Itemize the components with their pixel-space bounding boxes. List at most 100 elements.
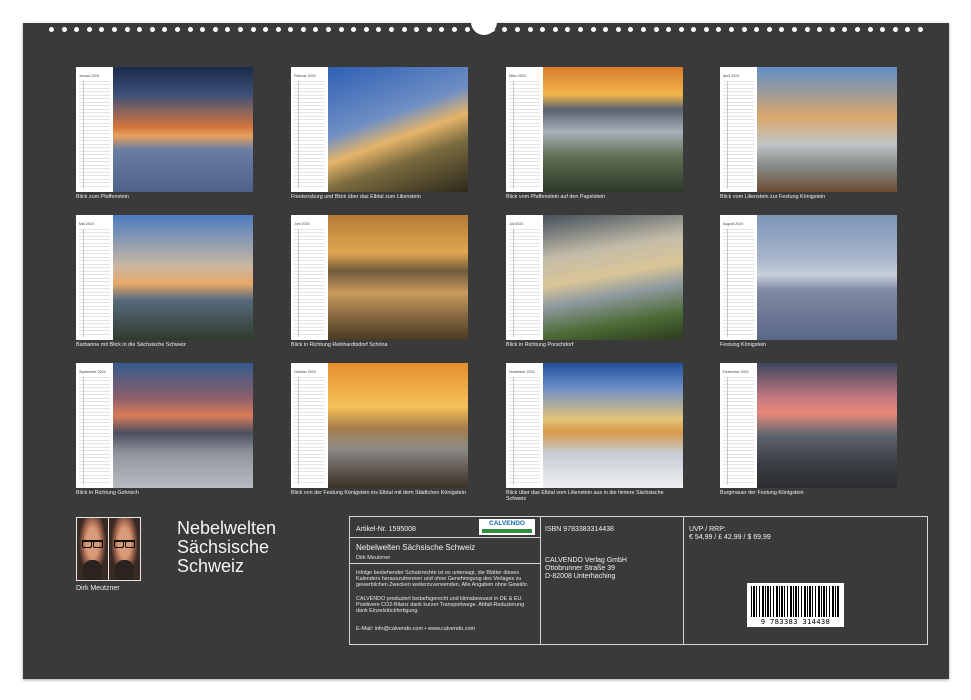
info-calendar-title: Nebelwelten Sächsische Schweiz (356, 543, 476, 552)
binding-hole (351, 26, 357, 32)
barcode-bars (751, 586, 840, 617)
title-line: Sächsische (177, 537, 270, 557)
month-thumbnail-august: August 2024 Festung Königstein (720, 215, 897, 351)
binding-hole (603, 26, 609, 32)
isbn: ISBN 9783383314438 (545, 526, 614, 533)
publisher-box: ISBN 9783383314438 CALVENDO Verlag GmbH … (539, 516, 684, 645)
binding-hole (905, 26, 911, 32)
binding-hole (691, 26, 697, 32)
calendar-grid: Oktober 2024 (291, 363, 328, 488)
landscape-photo (328, 215, 468, 340)
binding-hole (703, 26, 709, 32)
barcode-number: 9 783383 314438 (760, 617, 831, 626)
binding-hole (502, 26, 508, 32)
production-notice: CALVENDO produziert bedarfsgerecht und k… (356, 596, 525, 615)
month-thumbnail-januar: Januar 2024 Blick zum Pfaffenstein (76, 67, 253, 203)
binding-hole (225, 26, 231, 32)
binding-hole (880, 26, 886, 32)
calendar-grid: März 2024 (506, 67, 543, 192)
binding-hole (792, 26, 798, 32)
binding-hole (74, 26, 80, 32)
binding-hole (250, 26, 256, 32)
photo-caption: Festung Königstein (720, 342, 767, 348)
month-thumbnail-oktober: Oktober 2024 Blick von der Festung König… (291, 363, 468, 499)
landscape-photo (543, 67, 683, 192)
calendar-grid: April 2024 (720, 67, 757, 192)
photo-caption: Blick vom Lilienstein zur Festung Königs… (720, 194, 826, 200)
binding-hole (766, 26, 772, 32)
month-thumbnail-november: November 2024 Blick über das Elbtal vom … (506, 363, 683, 502)
landscape-photo (113, 215, 253, 340)
month-thumbnail-maerz: März 2024 Blick vom Pfaffenstein auf den… (506, 67, 683, 203)
binding-hole (263, 26, 269, 32)
month-thumbnail-juli: Juli 2024 Blick in Richtung Porschdorf (506, 215, 683, 351)
calendar-grid: Februar 2024 (291, 67, 328, 192)
divider (350, 563, 540, 564)
publisher-city: D-82008 Unterhaching (545, 573, 616, 580)
binding-hole (678, 26, 684, 32)
binding-hole (615, 26, 621, 32)
info-header-row: Artikel-Nr. 1595008 CALVENDO (350, 517, 540, 538)
photo-caption: Blick von der Festung Königstein ins Elb… (291, 490, 466, 496)
author-portrait (109, 518, 140, 580)
author-portrait (77, 518, 108, 580)
binding-hole (426, 26, 432, 32)
author-name: Dirk Meutzner (76, 585, 120, 592)
photo-caption: Blick in Richtung Reinhardtsdorf Schöna (291, 342, 388, 348)
binding-hole (817, 26, 823, 32)
calendar-grid: Mai 2024 (76, 215, 113, 340)
binding-hole (514, 26, 520, 32)
binding-hole (666, 26, 672, 32)
landscape-photo (543, 215, 683, 340)
logo-bar (482, 529, 532, 533)
binding-hole (162, 26, 168, 32)
month-thumbnail-dezember: Dezember 2024 Burgmauer der Festung Köni… (720, 363, 897, 499)
month-name: Juli 2024 (509, 222, 524, 226)
price-value: € 54,99 / £ 42,99 / $ 69,99 (689, 534, 771, 541)
photo-caption: Blick zum Pfaffenstein (76, 194, 129, 200)
month-name: März 2024 (509, 74, 526, 78)
month-name: Juni 2024 (294, 222, 310, 226)
binding-hole (149, 26, 155, 32)
binding-hole (187, 26, 193, 32)
product-info-box: Artikel-Nr. 1595008 CALVENDO Nebelwelten… (349, 516, 541, 645)
binding-hole (401, 26, 407, 32)
binding-hole (804, 26, 810, 32)
month-name: August 2024 (723, 222, 744, 226)
month-name: Mai 2024 (79, 222, 94, 226)
calendar-grid: November 2024 (506, 363, 543, 488)
calendar-grid: Januar 2024 (76, 67, 113, 192)
binding-hole (124, 26, 130, 32)
barcode: 9 783383 314438 (747, 583, 844, 627)
binding-hole (855, 26, 860, 32)
binding-hole (137, 26, 143, 32)
landscape-photo (543, 363, 683, 488)
calendar-title: Nebelwelten Sächsische Schweiz (177, 519, 337, 576)
month-thumbnail-september: September 2024 Blick in Richtung Gohrisc… (76, 363, 253, 499)
copyright-notice: Infolge bestehender Schutzrechte ist es … (356, 570, 529, 589)
month-name: September 2024 (79, 370, 106, 374)
binding-hole (414, 26, 420, 32)
info-author: Dirk Meutzner (356, 555, 391, 561)
landscape-photo (328, 67, 468, 192)
binding-hole (99, 26, 105, 32)
binding-hole (288, 26, 294, 32)
binding-hole (842, 26, 848, 32)
landscape-photo (328, 363, 468, 488)
binding-hole (628, 26, 634, 32)
month-name: Januar 2024 (79, 74, 99, 78)
month-thumbnail-juni: Juni 2024 Blick in Richtung Reinhardtsdo… (291, 215, 468, 351)
binding-hole (300, 26, 306, 32)
photo-caption: Burgmauer der Festung Königstein (720, 490, 804, 496)
calendar-grid: Juni 2024 (291, 215, 328, 340)
month-thumbnail-april: April 2024 Blick vom Lilienstein zur Fes… (720, 67, 897, 203)
binding-hole (540, 26, 546, 32)
binding-hole (363, 26, 369, 32)
binding-hole (86, 26, 92, 32)
month-name: Februar 2024 (294, 74, 316, 78)
binding-hole (61, 26, 67, 32)
landscape-photo (113, 67, 253, 192)
binding-hole (275, 26, 281, 32)
binding-hole (867, 26, 873, 32)
photo-caption: Blick in Richtung Gohrisch (76, 490, 139, 496)
